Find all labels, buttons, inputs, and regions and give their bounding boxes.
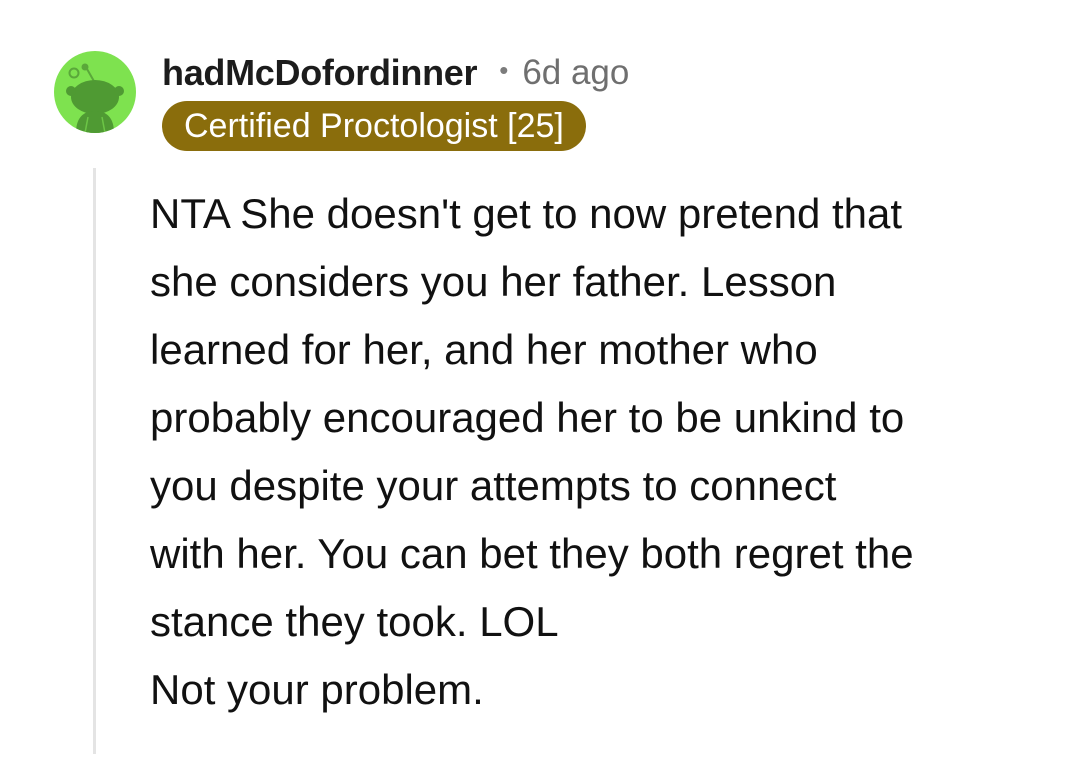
- comment-header: hadMcDofordinner • 6d ago: [162, 48, 629, 98]
- comment-line: stance they took. LOL: [150, 598, 559, 645]
- username-link[interactable]: hadMcDofordinner: [162, 52, 478, 94]
- snoo-avatar-icon[interactable]: [54, 51, 136, 133]
- comment-line: NTA She doesn't get to now pretend that: [150, 190, 903, 237]
- comment-line: learned for her, and her mother who: [150, 326, 818, 373]
- thread-line[interactable]: [93, 168, 96, 754]
- comment-age: 6d ago: [522, 53, 630, 92]
- comment-body: NTA She doesn't get to now pretend that …: [150, 180, 1050, 724]
- comment-line: probably encouraged her to be unkind to: [150, 394, 905, 441]
- comment-line: with her. You can bet they both regret t…: [150, 530, 914, 577]
- comment: hadMcDofordinner • 6d ago Certified Proc…: [0, 0, 1080, 760]
- comment-line: she considers you her father. Lesson: [150, 258, 837, 305]
- comment-line: you despite your attempts to connect: [150, 462, 837, 509]
- comment-line: Not your problem.: [150, 666, 484, 713]
- user-flair: Certified Proctologist [25]: [162, 101, 586, 151]
- separator-dot: •: [499, 54, 509, 85]
